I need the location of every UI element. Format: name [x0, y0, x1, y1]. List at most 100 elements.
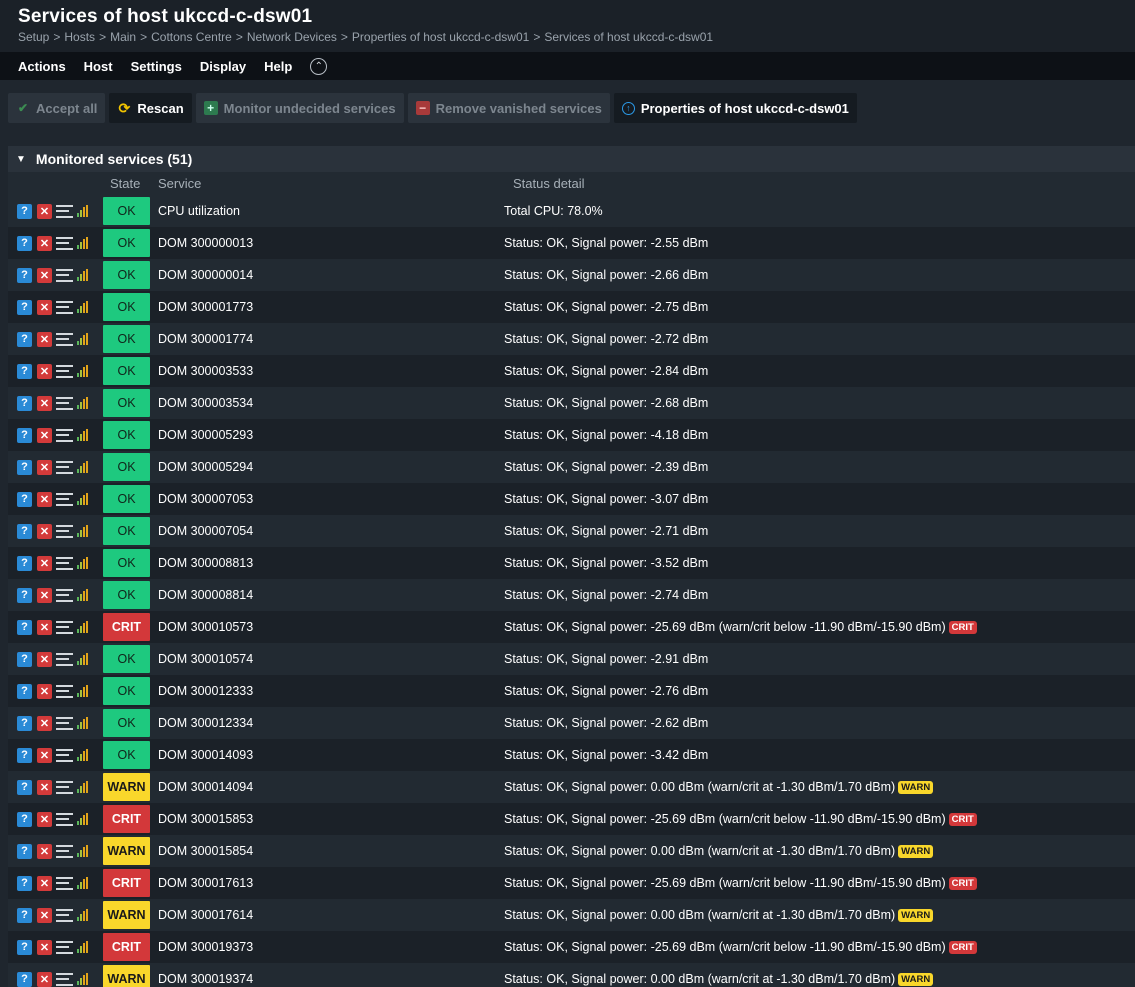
graph-icon[interactable]	[77, 781, 89, 793]
parameters-icon[interactable]	[56, 332, 73, 346]
help-icon[interactable]: ?	[17, 907, 32, 923]
menu-help[interactable]: Help	[264, 59, 292, 74]
delete-icon[interactable]: ✕	[37, 459, 52, 475]
breadcrumb-item[interactable]: Properties of host ukccd-c-dsw01	[352, 30, 529, 44]
delete-icon[interactable]: ✕	[37, 555, 52, 571]
service-name[interactable]: DOM 300012334	[150, 716, 504, 730]
column-status-detail[interactable]: Status detail	[504, 176, 585, 191]
help-icon[interactable]: ?	[17, 875, 32, 891]
menu-settings[interactable]: Settings	[131, 59, 182, 74]
delete-icon[interactable]: ✕	[37, 651, 52, 667]
graph-icon[interactable]	[77, 365, 89, 377]
delete-icon[interactable]: ✕	[37, 779, 52, 795]
service-name[interactable]: DOM 300008813	[150, 556, 504, 570]
service-name[interactable]: DOM 300000013	[150, 236, 504, 250]
breadcrumb-item[interactable]: Main	[110, 30, 136, 44]
parameters-icon[interactable]	[56, 364, 73, 378]
graph-icon[interactable]	[77, 589, 89, 601]
parameters-icon[interactable]	[56, 460, 73, 474]
help-icon[interactable]: ?	[17, 555, 32, 571]
help-icon[interactable]: ?	[17, 715, 32, 731]
delete-icon[interactable]: ✕	[37, 715, 52, 731]
graph-icon[interactable]	[77, 557, 89, 569]
service-name[interactable]: DOM 300007054	[150, 524, 504, 538]
parameters-icon[interactable]	[56, 748, 73, 762]
parameters-icon[interactable]	[56, 396, 73, 410]
menu-display[interactable]: Display	[200, 59, 246, 74]
graph-icon[interactable]	[77, 621, 89, 633]
service-name[interactable]: DOM 300014094	[150, 780, 504, 794]
help-icon[interactable]: ?	[17, 235, 32, 251]
graph-icon[interactable]	[77, 397, 89, 409]
help-icon[interactable]: ?	[17, 811, 32, 827]
help-icon[interactable]: ?	[17, 523, 32, 539]
help-icon[interactable]: ?	[17, 363, 32, 379]
help-icon[interactable]: ?	[17, 843, 32, 859]
delete-icon[interactable]: ✕	[37, 619, 52, 635]
breadcrumb-item[interactable]: Setup	[18, 30, 49, 44]
graph-icon[interactable]	[77, 237, 89, 249]
collapse-icon[interactable]: ⌃	[310, 57, 328, 75]
parameters-icon[interactable]	[56, 588, 73, 602]
graph-icon[interactable]	[77, 717, 89, 729]
help-icon[interactable]: ?	[17, 939, 32, 955]
graph-icon[interactable]	[77, 493, 89, 505]
help-icon[interactable]: ?	[17, 779, 32, 795]
service-name[interactable]: DOM 300015853	[150, 812, 504, 826]
service-name[interactable]: DOM 300000014	[150, 268, 504, 282]
delete-icon[interactable]: ✕	[37, 235, 52, 251]
help-icon[interactable]: ?	[17, 331, 32, 347]
graph-icon[interactable]	[77, 653, 89, 665]
delete-icon[interactable]: ✕	[37, 331, 52, 347]
delete-icon[interactable]: ✕	[37, 811, 52, 827]
parameters-icon[interactable]	[56, 844, 73, 858]
parameters-icon[interactable]	[56, 492, 73, 506]
parameters-icon[interactable]	[56, 908, 73, 922]
help-icon[interactable]: ?	[17, 203, 32, 219]
parameters-icon[interactable]	[56, 940, 73, 954]
delete-icon[interactable]: ✕	[37, 203, 52, 219]
parameters-icon[interactable]	[56, 556, 73, 570]
graph-icon[interactable]	[77, 973, 89, 985]
parameters-icon[interactable]	[56, 268, 73, 282]
parameters-icon[interactable]	[56, 780, 73, 794]
parameters-icon[interactable]	[56, 524, 73, 538]
service-name[interactable]: DOM 300007053	[150, 492, 504, 506]
graph-icon[interactable]	[77, 845, 89, 857]
parameters-icon[interactable]	[56, 300, 73, 314]
remove-vanished-button[interactable]: − Remove vanished services	[407, 93, 610, 123]
graph-icon[interactable]	[77, 525, 89, 537]
column-service[interactable]: Service	[150, 176, 504, 191]
service-name[interactable]: DOM 300017613	[150, 876, 504, 890]
delete-icon[interactable]: ✕	[37, 299, 52, 315]
help-icon[interactable]: ?	[17, 427, 32, 443]
accept-all-button[interactable]: ✔ Accept all	[8, 93, 106, 123]
delete-icon[interactable]: ✕	[37, 971, 52, 987]
graph-icon[interactable]	[77, 685, 89, 697]
parameters-icon[interactable]	[56, 684, 73, 698]
delete-icon[interactable]: ✕	[37, 395, 52, 411]
parameters-icon[interactable]	[56, 972, 73, 986]
service-name[interactable]: DOM 300003534	[150, 396, 504, 410]
service-name[interactable]: DOM 300005294	[150, 460, 504, 474]
graph-icon[interactable]	[77, 429, 89, 441]
breadcrumb-item[interactable]: Hosts	[64, 30, 95, 44]
service-name[interactable]: DOM 300015854	[150, 844, 504, 858]
parameters-icon[interactable]	[56, 812, 73, 826]
help-icon[interactable]: ?	[17, 747, 32, 763]
rescan-button[interactable]: ⟳ Rescan	[109, 93, 192, 123]
help-icon[interactable]: ?	[17, 395, 32, 411]
service-name[interactable]: DOM 300005293	[150, 428, 504, 442]
breadcrumb-item[interactable]: Cottons Centre	[151, 30, 232, 44]
menu-host[interactable]: Host	[84, 59, 113, 74]
delete-icon[interactable]: ✕	[37, 907, 52, 923]
service-name[interactable]: DOM 300001773	[150, 300, 504, 314]
graph-icon[interactable]	[77, 205, 89, 217]
help-icon[interactable]: ?	[17, 587, 32, 603]
graph-icon[interactable]	[77, 269, 89, 281]
parameters-icon[interactable]	[56, 716, 73, 730]
parameters-icon[interactable]	[56, 876, 73, 890]
service-name[interactable]: DOM 300014093	[150, 748, 504, 762]
help-icon[interactable]: ?	[17, 619, 32, 635]
graph-icon[interactable]	[77, 877, 89, 889]
